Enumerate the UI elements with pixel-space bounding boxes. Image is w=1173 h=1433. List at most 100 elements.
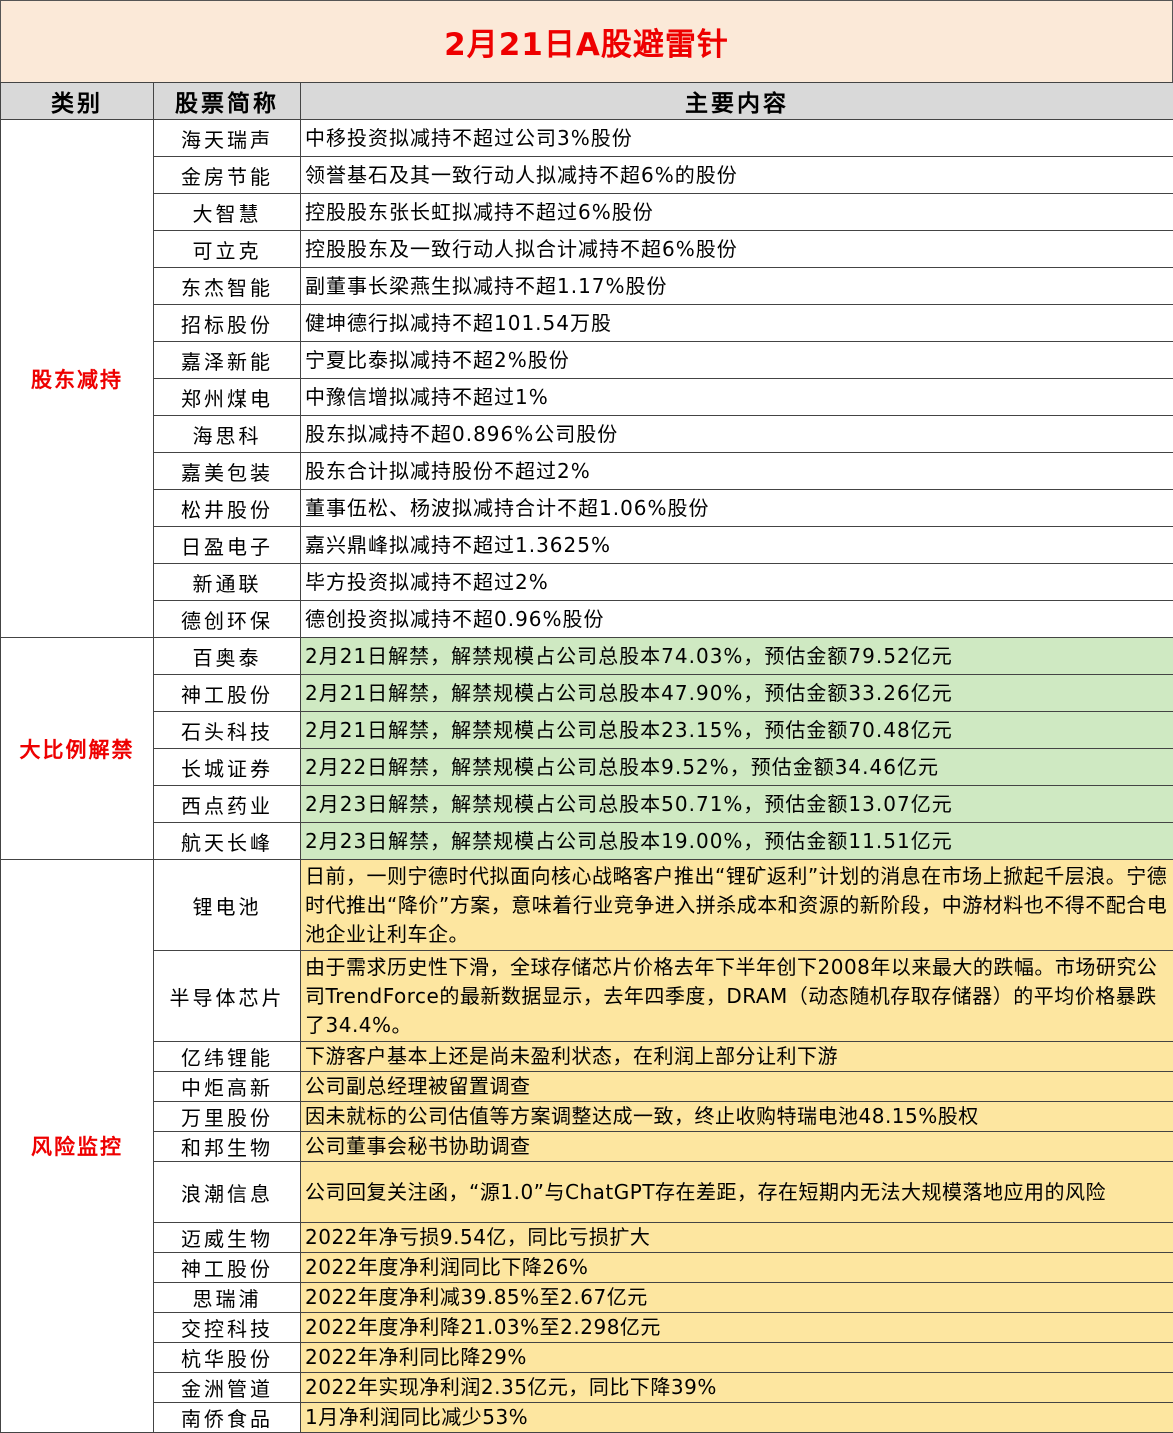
table-row: 金洲管道 2022年实现净利润2.35亿元，同比下降39% [1, 1373, 1173, 1403]
content-cell: 副董事长梁燕生拟减持不超1.17%股份 [301, 268, 1173, 305]
content-cell: 领誉基石及其一致行动人拟减持不超6%的股份 [301, 157, 1173, 194]
stock-name: 南侨食品 [154, 1403, 301, 1433]
stock-name: 嘉泽新能 [154, 342, 301, 379]
stock-name: 新通联 [154, 564, 301, 601]
table-row: 思瑞浦 2022年度净利减39.85%至2.67亿元 [1, 1283, 1173, 1313]
table-row: 长城证券 2月22日解禁，解禁规模占公司总股本9.52%，预估金额34.46亿元 [1, 749, 1173, 786]
table-row: 郑州煤电 中豫信增拟减持不超过1% [1, 379, 1173, 416]
table-row: 石头科技 2月21日解禁，解禁规模占公司总股本23.15%，预估金额70.48亿… [1, 712, 1173, 749]
content-cell: 德创投资拟减持不超0.96%股份 [301, 601, 1173, 638]
stock-name: 神工股份 [154, 675, 301, 712]
table-row: 东杰智能 副董事长梁燕生拟减持不超1.17%股份 [1, 268, 1173, 305]
content-cell: 中移投资拟减持不超过公司3%股份 [301, 120, 1173, 157]
header-stock: 股票简称 [154, 83, 301, 120]
stock-name: 百奥泰 [154, 638, 301, 675]
content-cell: 2月23日解禁，解禁规模占公司总股本50.71%，预估金额13.07亿元 [301, 786, 1173, 823]
stock-name: 西点药业 [154, 786, 301, 823]
content-cell: 2022年度净利润同比下降26% [301, 1253, 1173, 1283]
table-row: 海思科 股东拟减持不超0.896%公司股份 [1, 416, 1173, 453]
stock-name: 金洲管道 [154, 1373, 301, 1403]
table-row: 杭华股份 2022年净利同比降29% [1, 1343, 1173, 1373]
content-cell: 控股股东及一致行动人拟合计减持不超6%股份 [301, 231, 1173, 268]
stock-name: 浪潮信息 [154, 1162, 301, 1223]
table-row: 万里股份 因未就标的公司估值等方案调整达成一致，终止收购特瑞电池48.15%股权 [1, 1102, 1173, 1132]
content-cell: 中豫信增拟减持不超过1% [301, 379, 1173, 416]
table-row: 神工股份 2022年度净利润同比下降26% [1, 1253, 1173, 1283]
table-row: 招标股份 健坤德行拟减持不超101.54万股 [1, 305, 1173, 342]
table-row: 可立克 控股股东及一致行动人拟合计减持不超6%股份 [1, 231, 1173, 268]
stock-name: 长城证券 [154, 749, 301, 786]
stock-name: 海思科 [154, 416, 301, 453]
content-cell: 2月21日解禁，解禁规模占公司总股本47.90%，预估金额33.26亿元 [301, 675, 1173, 712]
stock-name: 杭华股份 [154, 1343, 301, 1373]
table-row: 和邦生物 公司董事会秘书协助调查 [1, 1132, 1173, 1162]
page-title: 2月21日A股避雷针 [0, 0, 1173, 83]
table-row: 德创环保 德创投资拟减持不超0.96%股份 [1, 601, 1173, 638]
table-row: 中炬高新 公司副总经理被留置调查 [1, 1072, 1173, 1102]
stock-name: 石头科技 [154, 712, 301, 749]
stock-name: 嘉美包装 [154, 453, 301, 490]
stock-name: 大智慧 [154, 194, 301, 231]
table-row: 南侨食品 1月净利润同比减少53% [1, 1403, 1173, 1433]
content-cell: 由于需求历史性下滑，全球存储芯片价格去年下半年创下2008年以来最大的跌幅。市场… [301, 951, 1173, 1042]
stock-name: 迈威生物 [154, 1223, 301, 1253]
table-row: 神工股份 2月21日解禁，解禁规模占公司总股本47.90%，预估金额33.26亿… [1, 675, 1173, 712]
content-cell: 股东拟减持不超0.896%公司股份 [301, 416, 1173, 453]
header-category: 类别 [1, 83, 154, 120]
stock-name: 海天瑞声 [154, 120, 301, 157]
table-row: 交控科技 2022年度净利降21.03%至2.298亿元 [1, 1313, 1173, 1343]
stock-name: 神工股份 [154, 1253, 301, 1283]
stock-name: 德创环保 [154, 601, 301, 638]
header-content: 主要内容 [301, 83, 1173, 120]
table-row: 金房节能 领誉基石及其一致行动人拟减持不超6%的股份 [1, 157, 1173, 194]
stock-name: 交控科技 [154, 1313, 301, 1343]
table-body: 股东减持 海天瑞声 中移投资拟减持不超过公司3%股份 金房节能 领誉基石及其一致… [1, 120, 1173, 1433]
content-cell: 董事伍松、杨波拟减持合计不超1.06%股份 [301, 490, 1173, 527]
table-row: 日盈电子 嘉兴鼎峰拟减持不超过1.3625% [1, 527, 1173, 564]
content-cell: 日前，一则宁德时代拟面向核心战略客户推出“锂矿返利”计划的消息在市场上掀起千层浪… [301, 860, 1173, 951]
content-cell: 嘉兴鼎峰拟减持不超过1.3625% [301, 527, 1173, 564]
content-cell: 2月23日解禁，解禁规模占公司总股本19.00%，预估金额11.51亿元 [301, 823, 1173, 860]
table-row: 迈威生物 2022年净亏损9.54亿，同比亏损扩大 [1, 1223, 1173, 1253]
category-cell: 大比例解禁 [1, 638, 154, 860]
table-row: 新通联 毕方投资拟减持不超过2% [1, 564, 1173, 601]
content-cell: 毕方投资拟减持不超过2% [301, 564, 1173, 601]
table-row: 嘉美包装 股东合计拟减持股份不超过2% [1, 453, 1173, 490]
table-row: 大比例解禁 百奥泰 2月21日解禁，解禁规模占公司总股本74.03%，预估金额7… [1, 638, 1173, 675]
stock-name: 航天长峰 [154, 823, 301, 860]
table-row: 亿纬锂能 下游客户基本上还是尚未盈利状态，在利润上部分让利下游 [1, 1042, 1173, 1072]
stock-name: 中炬高新 [154, 1072, 301, 1102]
content-cell: 2月22日解禁，解禁规模占公司总股本9.52%，预估金额34.46亿元 [301, 749, 1173, 786]
stock-name: 思瑞浦 [154, 1283, 301, 1313]
table-row: 西点药业 2月23日解禁，解禁规模占公司总股本50.71%，预估金额13.07亿… [1, 786, 1173, 823]
content-cell: 2月21日解禁，解禁规模占公司总股本74.03%，预估金额79.52亿元 [301, 638, 1173, 675]
table-row: 航天长峰 2月23日解禁，解禁规模占公司总股本19.00%，预估金额11.51亿… [1, 823, 1173, 860]
category-cell: 风险监控 [1, 860, 154, 1433]
content-cell: 2022年净亏损9.54亿，同比亏损扩大 [301, 1223, 1173, 1253]
table-row: 浪潮信息 公司回复关注函，“源1.0”与ChatGPT存在差距，存在短期内无法大… [1, 1162, 1173, 1223]
content-cell: 2022年度净利降21.03%至2.298亿元 [301, 1313, 1173, 1343]
table-row: 半导体芯片 由于需求历史性下滑，全球存储芯片价格去年下半年创下2008年以来最大… [1, 951, 1173, 1042]
content-cell: 公司董事会秘书协助调查 [301, 1132, 1173, 1162]
stock-name: 可立克 [154, 231, 301, 268]
stock-name: 招标股份 [154, 305, 301, 342]
stock-name: 东杰智能 [154, 268, 301, 305]
table-row: 松井股份 董事伍松、杨波拟减持合计不超1.06%股份 [1, 490, 1173, 527]
table-row: 嘉泽新能 宁夏比泰拟减持不超2%股份 [1, 342, 1173, 379]
stock-name: 亿纬锂能 [154, 1042, 301, 1072]
content-cell: 公司副总经理被留置调查 [301, 1072, 1173, 1102]
content-cell: 因未就标的公司估值等方案调整达成一致，终止收购特瑞电池48.15%股权 [301, 1102, 1173, 1132]
content-cell: 控股股东张长虹拟减持不超过6%股份 [301, 194, 1173, 231]
content-cell: 健坤德行拟减持不超101.54万股 [301, 305, 1173, 342]
header-row: 类别 股票简称 主要内容 [1, 83, 1173, 120]
content-cell: 股东合计拟减持股份不超过2% [301, 453, 1173, 490]
content-cell: 公司回复关注函，“源1.0”与ChatGPT存在差距，存在短期内无法大规模落地应… [301, 1162, 1173, 1223]
content-cell: 2022年度净利减39.85%至2.67亿元 [301, 1283, 1173, 1313]
table-row: 风险监控 锂电池 日前，一则宁德时代拟面向核心战略客户推出“锂矿返利”计划的消息… [1, 860, 1173, 951]
stock-name: 日盈电子 [154, 527, 301, 564]
category-cell: 股东减持 [1, 120, 154, 638]
stock-name: 松井股份 [154, 490, 301, 527]
content-cell: 下游客户基本上还是尚未盈利状态，在利润上部分让利下游 [301, 1042, 1173, 1072]
stock-name: 半导体芯片 [154, 951, 301, 1042]
stock-name: 和邦生物 [154, 1132, 301, 1162]
